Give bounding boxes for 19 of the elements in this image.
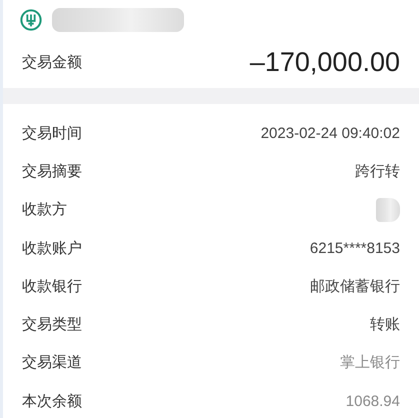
amount-value: –170,000.00 [250,46,400,78]
detail-value: 转账 [370,315,400,334]
detail-label: 交易摘要 [22,162,82,181]
detail-value: 邮政储蓄银行 [310,276,400,296]
detail-value: 1068.94 [346,392,400,410]
detail-label: 本次余额 [22,392,82,411]
detail-label: 收款账户 [22,238,82,258]
detail-value: 2023-02-24 09:40:02 [260,124,400,142]
detail-label: 收款方 [22,200,67,220]
detail-label: 交易时间 [22,124,82,143]
detail-value: 跨行转 [355,162,400,181]
detail-label: 交易渠道 [22,353,82,372]
redacted-value [376,198,400,222]
bank-logo-icon [20,9,42,31]
detail-value: 掌上银行 [340,353,400,372]
amount-label: 交易金额 [22,52,82,72]
detail-label: 交易类型 [22,315,82,334]
detail-value: 6215****8153 [310,240,400,257]
detail-label: 收款银行 [22,276,82,296]
